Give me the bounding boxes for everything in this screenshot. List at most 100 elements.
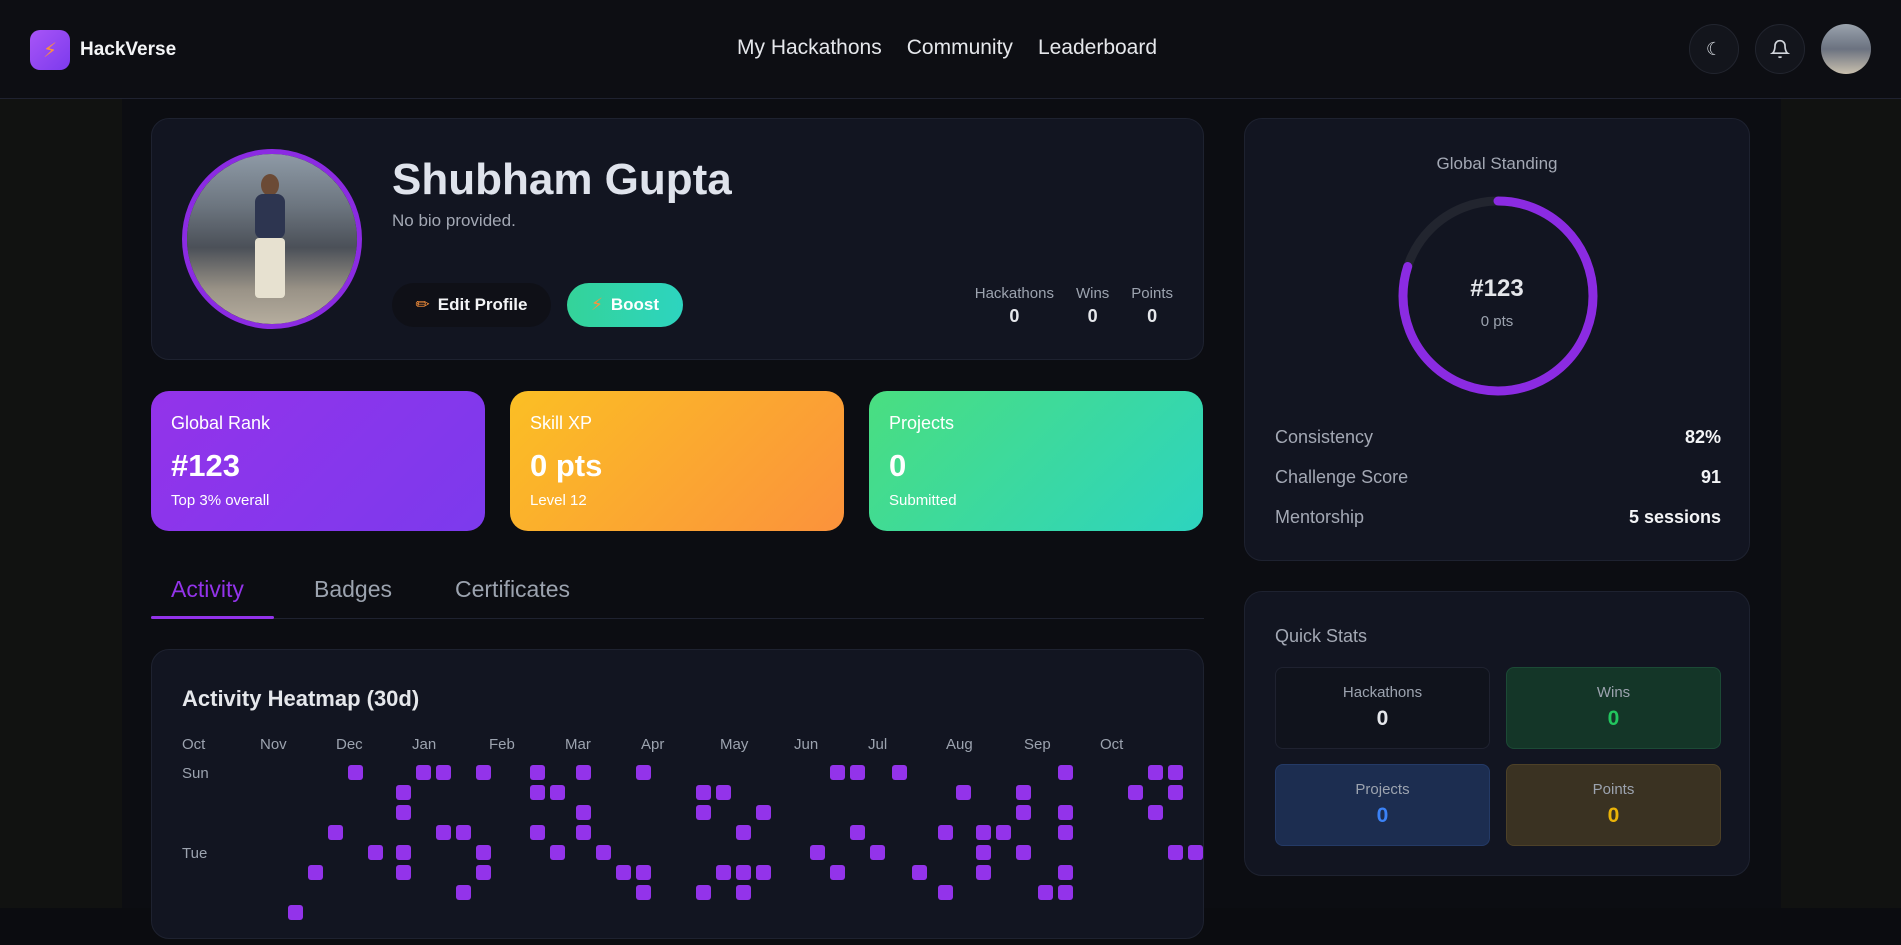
- metric-label: Mentorship: [1275, 507, 1365, 527]
- mini-stat-value: 0: [1147, 306, 1158, 326]
- heatmap-cell: [938, 885, 953, 900]
- bell-icon: [1770, 39, 1790, 59]
- heatmap-cell: [576, 765, 591, 780]
- profile-bio: No bio provided.: [392, 211, 516, 230]
- metric-challenge-score: Challenge Score 91: [1275, 467, 1721, 488]
- standing-rank: #123: [1470, 275, 1524, 302]
- global-rank-card: Global Rank #123 Top 3% overall: [151, 391, 485, 531]
- heatmap-cell: [530, 825, 545, 840]
- quick-stat-value: 0: [1607, 804, 1620, 827]
- heatmap-cell: [716, 785, 731, 800]
- mini-stat-label: Wins: [1075, 285, 1110, 302]
- card-value: 0 pts: [530, 448, 603, 483]
- heatmap-cell: [288, 905, 303, 920]
- heatmap-cell: [1168, 845, 1183, 860]
- heatmap-cell: [756, 805, 771, 820]
- top-navbar: ⚡ HackVerse My Hackathons Community Lead…: [0, 0, 1901, 99]
- tab-certificates[interactable]: Certificates: [455, 576, 570, 603]
- metric-label: Consistency: [1275, 427, 1374, 447]
- heatmap-title: Activity Heatmap (30d): [182, 686, 420, 711]
- heatmap-cell: [756, 865, 771, 880]
- heatmap-cell: [576, 825, 591, 840]
- heatmap-cell: [530, 765, 545, 780]
- heatmap-cell: [396, 865, 411, 880]
- heatmap-cell: [892, 765, 907, 780]
- metric-value: 82%: [1684, 427, 1721, 447]
- heatmap-cell: [476, 865, 491, 880]
- heatmap-cell: [396, 845, 411, 860]
- brand-name: HackVerse: [80, 39, 177, 60]
- month-label: Jun: [794, 736, 819, 753]
- profile-photo: [187, 154, 357, 324]
- heatmap-cell: [1016, 845, 1031, 860]
- heatmap-cell: [736, 885, 751, 900]
- heatmap-cell: [396, 805, 411, 820]
- heatmap-cell: [636, 885, 651, 900]
- heatmap-cell: [810, 845, 825, 860]
- heatmap-cell: [1038, 885, 1053, 900]
- brand-logo[interactable]: ⚡ HackVerse: [30, 30, 176, 70]
- heatmap-cell: [596, 845, 611, 860]
- heatmap-cell: [696, 885, 711, 900]
- heatmap-cell: [736, 825, 751, 840]
- heatmap-cell: [976, 865, 991, 880]
- nav-leaderboard[interactable]: Leaderboard: [1038, 36, 1157, 60]
- tab-activity[interactable]: Activity: [171, 576, 244, 603]
- standing-points: 0 pts: [1480, 313, 1514, 330]
- card-value: 0: [889, 448, 907, 483]
- heatmap-cell: [870, 845, 885, 860]
- heatmap-cell: [912, 865, 927, 880]
- heatmap-cell: [696, 805, 711, 820]
- heatmap-cell: [416, 765, 431, 780]
- nav-community[interactable]: Community: [907, 36, 1013, 60]
- heatmap-cell: [1016, 805, 1031, 820]
- heatmap-grid: [182, 765, 1203, 945]
- heatmap-cell: [308, 865, 323, 880]
- quick-stat-wins: Wins 0: [1506, 667, 1721, 749]
- metric-consistency: Consistency 82%: [1275, 427, 1721, 448]
- card-title: Global Rank: [171, 413, 271, 433]
- month-label: Sep: [1024, 736, 1051, 753]
- page-gutter-right: [1781, 99, 1901, 908]
- theme-toggle-button[interactable]: ☾: [1689, 24, 1739, 74]
- quick-stats-card: Quick Stats Hackathons 0 Wins 0 Projects…: [1244, 591, 1750, 876]
- card-title: Projects: [889, 413, 955, 433]
- metric-label: Challenge Score: [1275, 467, 1409, 487]
- quick-stat-projects: Projects 0: [1275, 764, 1490, 846]
- quick-stat-label: Points: [1592, 781, 1635, 798]
- month-label: Apr: [641, 736, 665, 753]
- skill-xp-card: Skill XP 0 pts Level 12: [510, 391, 844, 531]
- heatmap-cell: [850, 765, 865, 780]
- notifications-button[interactable]: [1755, 24, 1805, 74]
- tab-badges[interactable]: Badges: [314, 576, 392, 603]
- heatmap-cell: [1148, 765, 1163, 780]
- heatmap-cell: [636, 865, 651, 880]
- month-label: Oct: [182, 736, 206, 753]
- month-label: Dec: [336, 736, 363, 753]
- mini-stat-wins: Wins 0: [1076, 285, 1109, 327]
- month-label: Aug: [946, 736, 973, 753]
- month-label: Feb: [489, 736, 515, 753]
- heatmap-cell: [1058, 805, 1073, 820]
- heatmap-cell: [368, 845, 383, 860]
- heatmap-cell: [830, 865, 845, 880]
- heatmap-cell: [1016, 785, 1031, 800]
- header-actions: ☾: [1689, 24, 1871, 74]
- mini-stat-label: Hackathons: [974, 285, 1054, 302]
- profile-tabs: Activity Badges Certificates: [151, 566, 1204, 619]
- boost-button[interactable]: ⚡ Boost: [567, 283, 683, 327]
- heatmap-cell: [636, 765, 651, 780]
- heatmap-cell: [328, 825, 343, 840]
- mini-stat-value: 0: [1009, 306, 1020, 326]
- edit-profile-button[interactable]: ✏ Edit Profile: [392, 283, 551, 327]
- boost-label: Boost: [610, 295, 660, 314]
- month-label: May: [720, 736, 749, 753]
- heatmap-cell: [850, 825, 865, 840]
- heatmap-cell: [1168, 785, 1183, 800]
- quick-stats-title: Quick Stats: [1275, 626, 1368, 646]
- heatmap-cell: [476, 765, 491, 780]
- nav-my-hackathons[interactable]: My Hackathons: [737, 36, 882, 60]
- user-avatar[interactable]: [1821, 24, 1871, 74]
- pencil-icon: ✏: [415, 295, 430, 314]
- quick-stat-value: 0: [1607, 707, 1620, 730]
